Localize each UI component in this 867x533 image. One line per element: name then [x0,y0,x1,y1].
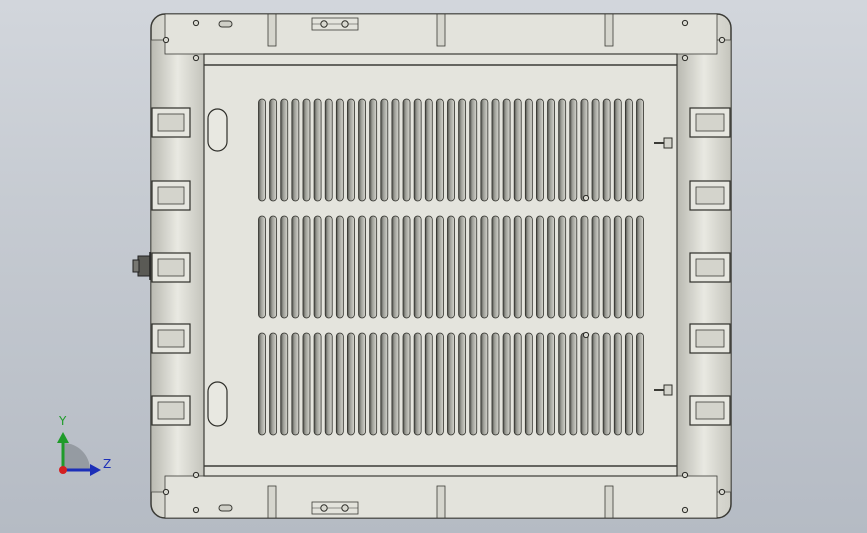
view-orientation-triad[interactable] [0,0,867,533]
cad-viewport[interactable]: Y Z [0,0,867,533]
x-axis-dot [59,466,67,474]
triad-y-label: Y [59,414,67,428]
triad-z-label: Z [103,457,112,471]
triad-quadrant [63,443,90,470]
